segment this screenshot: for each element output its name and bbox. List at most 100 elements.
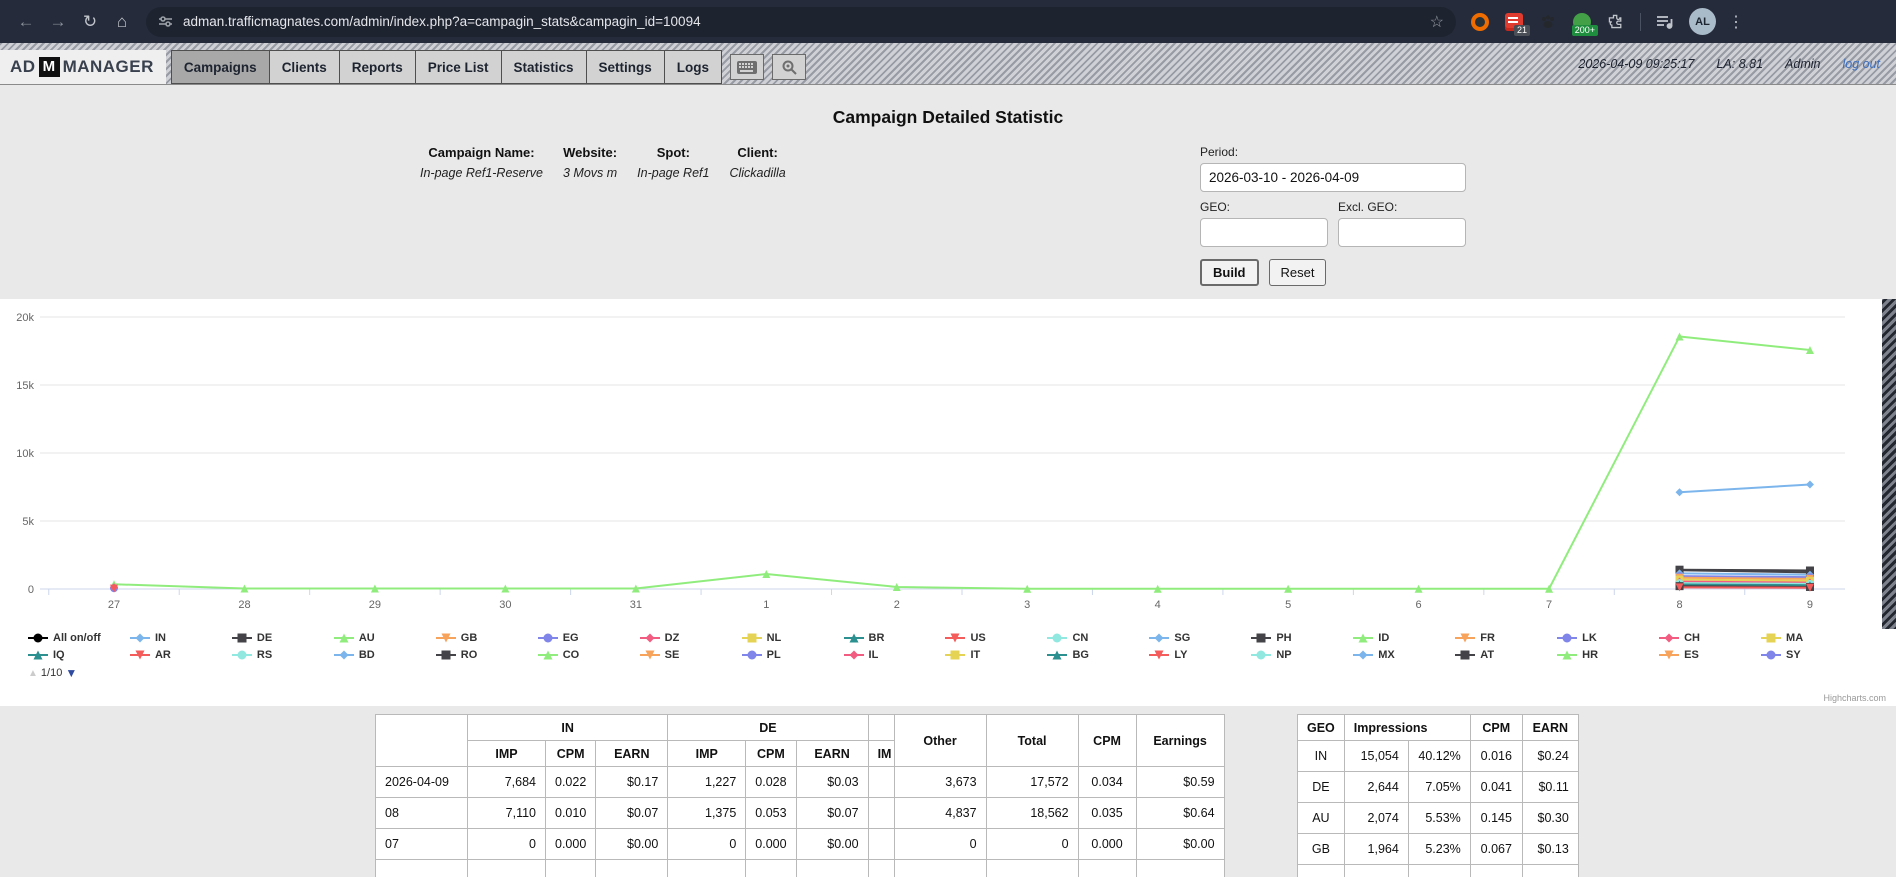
url-text[interactable]: adman.trafficmagnates.com/admin/index.ph… bbox=[183, 14, 1422, 29]
info-field: Client:Clickadilla bbox=[729, 145, 785, 180]
geo-header: GEO bbox=[1298, 715, 1345, 741]
legend-item-es[interactable]: ES bbox=[1659, 649, 1761, 661]
geo-header: EARN bbox=[1522, 715, 1578, 741]
back-icon[interactable]: ← bbox=[10, 12, 42, 32]
tab-campaigns[interactable]: Campaigns bbox=[171, 50, 270, 84]
chart-row: 05k10k15k20k2728293031123456789 bbox=[0, 299, 1896, 629]
stat-cell: 0 bbox=[468, 829, 546, 860]
reset-button[interactable]: Reset bbox=[1269, 259, 1327, 286]
legend-item-hr[interactable]: HR bbox=[1557, 649, 1659, 661]
tab-logs[interactable]: Logs bbox=[664, 50, 722, 84]
logo-text: AD bbox=[10, 57, 36, 77]
legend-item-eg[interactable]: EG bbox=[538, 632, 640, 644]
impressions-cell: 2,074 bbox=[1344, 803, 1408, 834]
legend-item-co[interactable]: CO bbox=[538, 649, 640, 661]
legend-item-pl[interactable]: PL bbox=[742, 649, 844, 661]
legend-marker-icon bbox=[945, 649, 965, 661]
legend-item-il[interactable]: IL bbox=[844, 649, 946, 661]
legend-item-id[interactable]: ID bbox=[1353, 632, 1455, 644]
green-extension-icon[interactable]: 200+ bbox=[1572, 12, 1592, 32]
excl-geo-input[interactable] bbox=[1338, 218, 1466, 247]
browser-menu-icon[interactable]: ⋮ bbox=[1728, 12, 1744, 32]
paw-extension-icon[interactable] bbox=[1538, 12, 1558, 32]
logout-link[interactable]: log out bbox=[1842, 57, 1880, 71]
legend-item-sg[interactable]: SG bbox=[1149, 632, 1251, 644]
tab-settings[interactable]: Settings bbox=[586, 50, 665, 84]
legend-item-dz[interactable]: DZ bbox=[640, 632, 742, 644]
legend-page-down-icon[interactable]: ▼ bbox=[65, 666, 77, 680]
legend-item-bd[interactable]: BD bbox=[334, 649, 436, 661]
filter-form: Period: GEO: Excl. GEO: Build Reset bbox=[1200, 145, 1470, 286]
legend-item-it[interactable]: IT bbox=[945, 649, 1047, 661]
bookmark-star-icon[interactable]: ☆ bbox=[1430, 12, 1444, 32]
legend-item-br[interactable]: BR bbox=[844, 632, 946, 644]
legend-marker-icon bbox=[1353, 632, 1373, 644]
impressions-pct-cell bbox=[1408, 865, 1470, 877]
legend-marker-icon bbox=[538, 632, 558, 644]
legend-item-ph[interactable]: PH bbox=[1251, 632, 1353, 644]
legend-item-iq[interactable]: IQ bbox=[28, 649, 130, 661]
legend-item-ro[interactable]: RO bbox=[436, 649, 538, 661]
legend-item-sy[interactable]: SY bbox=[1761, 649, 1863, 661]
legend-item-au[interactable]: AU bbox=[334, 632, 436, 644]
legend-item-gb[interactable]: GB bbox=[436, 632, 538, 644]
daily-stats-table: INDEOtherTotalCPMEarningsIMPCPMEARNIMPCP… bbox=[375, 714, 1225, 877]
legend-item-ar[interactable]: AR bbox=[130, 649, 232, 661]
forward-icon[interactable]: → bbox=[42, 12, 74, 32]
clipped-cell bbox=[868, 860, 894, 877]
legend-item-ly[interactable]: LY bbox=[1149, 649, 1251, 661]
highcharts-credits[interactable]: Highcharts.com bbox=[1823, 693, 1886, 703]
impressions-cell: 15,054 bbox=[1344, 741, 1408, 772]
stat-cell: $0.59 bbox=[1136, 767, 1224, 798]
tab-statistics[interactable]: Statistics bbox=[501, 50, 587, 84]
geo-header: Impressions bbox=[1344, 715, 1470, 741]
home-icon[interactable]: ⌂ bbox=[106, 12, 138, 32]
legend-item-all-on-off[interactable]: All on/off bbox=[28, 632, 130, 644]
playlist-icon[interactable] bbox=[1655, 12, 1675, 32]
legend-item-de[interactable]: DE bbox=[232, 632, 334, 644]
tab-reports[interactable]: Reports bbox=[339, 50, 416, 84]
avatar[interactable]: AL bbox=[1689, 8, 1716, 35]
stat-cell bbox=[746, 860, 796, 877]
legend-marker-icon bbox=[844, 632, 864, 644]
cpm-cell: 0.016 bbox=[1470, 741, 1522, 772]
legend-page-up-icon[interactable]: ▲ bbox=[28, 668, 38, 679]
site-info-icon[interactable] bbox=[158, 14, 173, 29]
stat-cell: 1,375 bbox=[668, 798, 746, 829]
geo-cell: DE bbox=[1298, 772, 1345, 803]
legend-item-rs[interactable]: RS bbox=[232, 649, 334, 661]
build-button[interactable]: Build bbox=[1200, 259, 1259, 286]
legend-item-nl[interactable]: NL bbox=[742, 632, 844, 644]
legend-item-ch[interactable]: CH bbox=[1659, 632, 1761, 644]
legend-item-mx[interactable]: MX bbox=[1353, 649, 1455, 661]
legend-item-ma[interactable]: MA bbox=[1761, 632, 1863, 644]
geo-input[interactable] bbox=[1200, 218, 1328, 247]
search-zoom-icon-button[interactable] bbox=[772, 54, 806, 80]
legend-item-lk[interactable]: LK bbox=[1557, 632, 1659, 644]
color-wheel-extension-icon[interactable] bbox=[1470, 12, 1490, 32]
svg-text:10k: 10k bbox=[16, 448, 34, 460]
legend-item-cn[interactable]: CN bbox=[1047, 632, 1149, 644]
address-bar[interactable]: adman.trafficmagnates.com/admin/index.ph… bbox=[146, 7, 1456, 37]
legend-item-us[interactable]: US bbox=[945, 632, 1047, 644]
red-list-extension-icon[interactable]: 21 bbox=[1504, 12, 1524, 32]
impressions-line-chart[interactable]: 05k10k15k20k2728293031123456789 bbox=[0, 303, 1866, 621]
period-input[interactable] bbox=[1200, 163, 1466, 192]
stat-cell: 0.028 bbox=[746, 767, 796, 798]
legend-item-se[interactable]: SE bbox=[640, 649, 742, 661]
tab-clients[interactable]: Clients bbox=[269, 50, 340, 84]
chart-card: 05k10k15k20k2728293031123456789 bbox=[0, 299, 1882, 629]
legend-item-in[interactable]: IN bbox=[130, 632, 232, 644]
legend-item-fr[interactable]: FR bbox=[1455, 632, 1557, 644]
legend-item-np[interactable]: NP bbox=[1251, 649, 1353, 661]
legend-item-at[interactable]: AT bbox=[1455, 649, 1557, 661]
keyboard-icon-button[interactable] bbox=[730, 54, 764, 80]
stat-cell bbox=[596, 860, 668, 877]
daily-sub-header: EARN bbox=[796, 741, 868, 767]
tab-price-list[interactable]: Price List bbox=[415, 50, 502, 84]
svg-text:8: 8 bbox=[1676, 599, 1682, 611]
extensions-puzzle-icon[interactable] bbox=[1606, 12, 1626, 32]
reload-icon[interactable]: ↻ bbox=[74, 12, 106, 32]
legend-item-bg[interactable]: BG bbox=[1047, 649, 1149, 661]
table-row: 2026-04-097,6840.022$0.171,2270.028$0.03… bbox=[376, 767, 1225, 798]
